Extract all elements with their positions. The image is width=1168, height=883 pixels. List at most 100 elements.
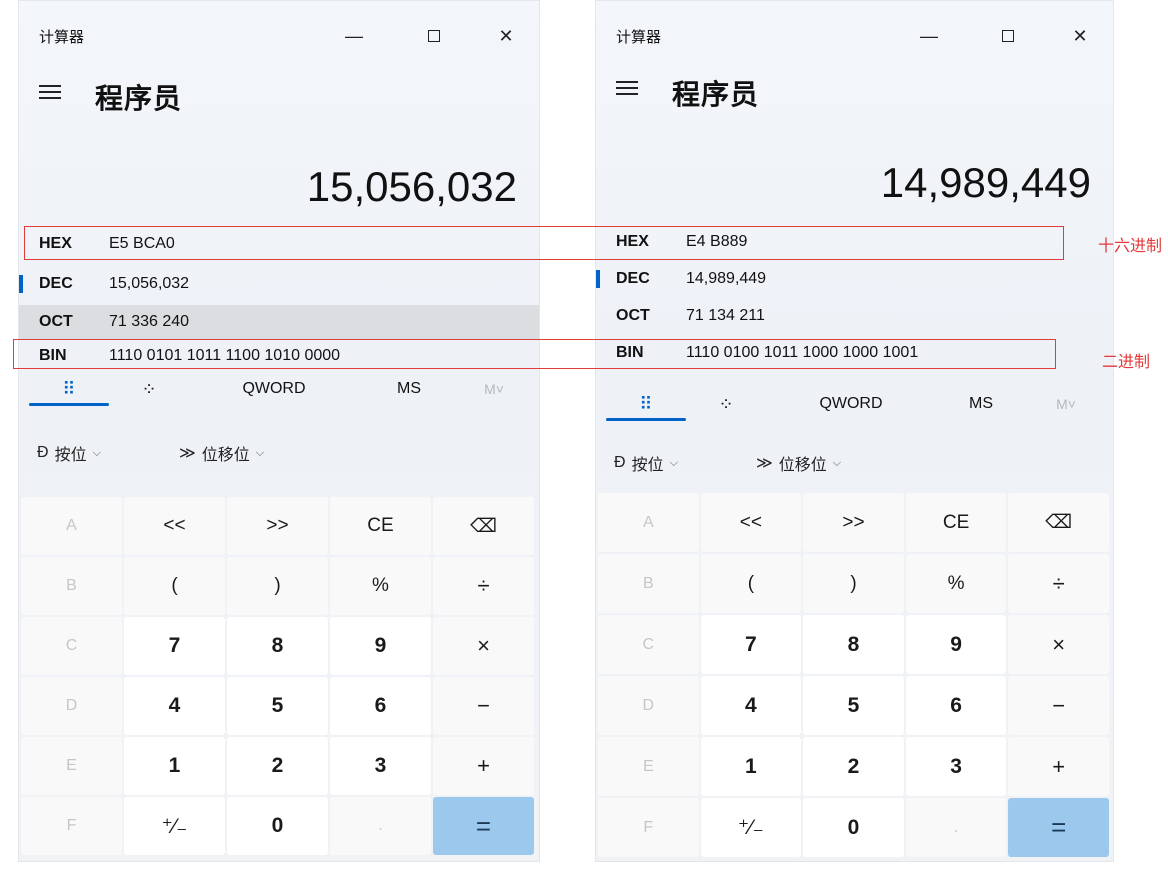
key-F[interactable]: F bbox=[598, 798, 699, 857]
key-6[interactable]: 6 bbox=[330, 677, 431, 735]
maximize-button[interactable] bbox=[419, 23, 449, 49]
key-B[interactable]: B bbox=[21, 557, 122, 615]
key-subtract[interactable]: − bbox=[1008, 676, 1109, 735]
close-button[interactable]: ✕ bbox=[1065, 23, 1095, 49]
tab-bit-toggle[interactable]: ⁘ bbox=[119, 373, 179, 405]
word-size-button[interactable]: QWORD bbox=[801, 388, 901, 420]
mode-title: 程序员 bbox=[672, 79, 760, 110]
maximize-button[interactable] bbox=[993, 23, 1023, 49]
key-add[interactable]: + bbox=[433, 737, 534, 795]
key-3[interactable]: 3 bbox=[905, 737, 1007, 796]
minimize-button[interactable]: — bbox=[339, 23, 369, 49]
base-row-oct[interactable]: OCT 71 134 211 bbox=[596, 300, 1113, 332]
key-open-paren[interactable]: ( bbox=[700, 554, 802, 613]
tab-full-keypad[interactable]: ⠿ bbox=[606, 388, 686, 420]
tab-bit-toggle[interactable]: ⁘ bbox=[696, 388, 756, 420]
hamburger-menu-icon[interactable] bbox=[616, 81, 638, 95]
hamburger-menu-icon[interactable] bbox=[39, 85, 61, 99]
keypad: A << >> CE ⌫ B ( ) % ÷ C 7 8 9 × D 4 5 6… bbox=[21, 497, 534, 855]
memory-store-button[interactable]: MS bbox=[369, 373, 449, 405]
base-value: 71 336 240 bbox=[109, 313, 190, 330]
shift-icon: ≫ bbox=[756, 455, 773, 472]
key-2[interactable]: 2 bbox=[803, 737, 904, 796]
key-0[interactable]: 0 bbox=[803, 798, 904, 857]
base-row-dec[interactable]: DEC 14,989,449 bbox=[596, 263, 1113, 295]
minimize-button[interactable]: — bbox=[914, 23, 944, 49]
key-clear-entry[interactable]: CE bbox=[330, 497, 431, 555]
bit-shift-dropdown[interactable]: ≫ 位移位 ⌵ bbox=[756, 451, 841, 475]
key-2[interactable]: 2 bbox=[227, 737, 328, 795]
bitwise-label: 按位 bbox=[631, 457, 664, 474]
key-4[interactable]: 4 bbox=[124, 677, 225, 735]
result-display: 15,056,032 bbox=[306, 163, 517, 210]
key-close-paren[interactable]: ) bbox=[803, 554, 904, 613]
key-8[interactable]: 8 bbox=[803, 615, 904, 674]
memory-recall-button[interactable]: M˅ bbox=[459, 373, 529, 405]
key-clear-entry[interactable]: CE bbox=[905, 493, 1007, 552]
key-right-shift[interactable]: >> bbox=[803, 493, 904, 552]
logic-gate-icon: Ð bbox=[37, 444, 49, 461]
key-multiply[interactable]: × bbox=[433, 617, 534, 675]
key-left-shift[interactable]: << bbox=[700, 493, 802, 552]
key-D[interactable]: D bbox=[598, 676, 699, 735]
key-equals[interactable]: = bbox=[1008, 798, 1109, 857]
key-8[interactable]: 8 bbox=[227, 617, 328, 675]
key-9[interactable]: 9 bbox=[330, 617, 431, 675]
key-close-paren[interactable]: ) bbox=[227, 557, 328, 615]
key-1[interactable]: 1 bbox=[700, 737, 802, 796]
bit-shift-dropdown[interactable]: ≫ 位移位 ⌵ bbox=[179, 441, 264, 465]
shift-icon: ≫ bbox=[179, 445, 196, 462]
key-E[interactable]: E bbox=[598, 737, 699, 796]
key-backspace[interactable]: ⌫ bbox=[1008, 493, 1109, 552]
window-title: 计算器 bbox=[39, 29, 85, 46]
hex-annotation-label: 十六进制 bbox=[1098, 238, 1163, 255]
bit-toggle-icon: ⁘ bbox=[718, 393, 734, 414]
key-open-paren[interactable]: ( bbox=[124, 557, 225, 615]
key-F[interactable]: F bbox=[21, 797, 122, 855]
base-row-oct[interactable]: OCT 71 336 240 bbox=[19, 305, 539, 339]
key-subtract[interactable]: − bbox=[433, 677, 534, 735]
key-3[interactable]: 3 bbox=[330, 737, 431, 795]
key-6[interactable]: 6 bbox=[905, 676, 1007, 735]
key-7[interactable]: 7 bbox=[700, 615, 802, 674]
close-button[interactable]: ✕ bbox=[491, 23, 521, 49]
key-negate[interactable]: ⁺∕₋ bbox=[700, 798, 802, 857]
key-C[interactable]: C bbox=[598, 615, 699, 674]
key-right-shift[interactable]: >> bbox=[227, 497, 328, 555]
key-C[interactable]: C bbox=[21, 617, 122, 675]
chevron-down-icon: ⌵ bbox=[92, 446, 101, 459]
key-decimal[interactable]: . bbox=[905, 798, 1007, 857]
key-percent[interactable]: % bbox=[905, 554, 1007, 613]
key-left-shift[interactable]: << bbox=[124, 497, 225, 555]
key-backspace[interactable]: ⌫ bbox=[433, 497, 534, 555]
bit-shift-label: 位移位 bbox=[201, 447, 250, 464]
key-negate[interactable]: ⁺∕₋ bbox=[124, 797, 225, 855]
key-multiply[interactable]: × bbox=[1008, 615, 1109, 674]
key-B[interactable]: B bbox=[598, 554, 699, 613]
key-5[interactable]: 5 bbox=[803, 676, 904, 735]
key-D[interactable]: D bbox=[21, 677, 122, 735]
bitwise-dropdown[interactable]: Ð 按位 ⌵ bbox=[614, 451, 678, 475]
memory-recall-button[interactable]: M˅ bbox=[1031, 388, 1101, 420]
key-5[interactable]: 5 bbox=[227, 677, 328, 735]
word-size-button[interactable]: QWORD bbox=[224, 373, 324, 405]
base-row-dec[interactable]: DEC 15,056,032 bbox=[19, 268, 539, 300]
key-9[interactable]: 9 bbox=[905, 615, 1007, 674]
keypad: A << >> CE ⌫ B ( ) % ÷ C 7 8 9 × D 4 5 6… bbox=[598, 493, 1109, 857]
key-add[interactable]: + bbox=[1008, 737, 1109, 796]
key-E[interactable]: E bbox=[21, 737, 122, 795]
key-1[interactable]: 1 bbox=[124, 737, 225, 795]
bitwise-dropdown[interactable]: Ð 按位 ⌵ bbox=[37, 441, 101, 465]
key-equals[interactable]: = bbox=[433, 797, 534, 855]
key-divide[interactable]: ÷ bbox=[1008, 554, 1109, 613]
key-divide[interactable]: ÷ bbox=[433, 557, 534, 615]
tab-full-keypad[interactable]: ⠿ bbox=[29, 373, 109, 405]
key-A[interactable]: A bbox=[598, 493, 699, 552]
key-7[interactable]: 7 bbox=[124, 617, 225, 675]
key-A[interactable]: A bbox=[21, 497, 122, 555]
key-0[interactable]: 0 bbox=[227, 797, 328, 855]
key-percent[interactable]: % bbox=[330, 557, 431, 615]
memory-store-button[interactable]: MS bbox=[941, 388, 1021, 420]
key-decimal[interactable]: . bbox=[330, 797, 431, 855]
key-4[interactable]: 4 bbox=[700, 676, 802, 735]
